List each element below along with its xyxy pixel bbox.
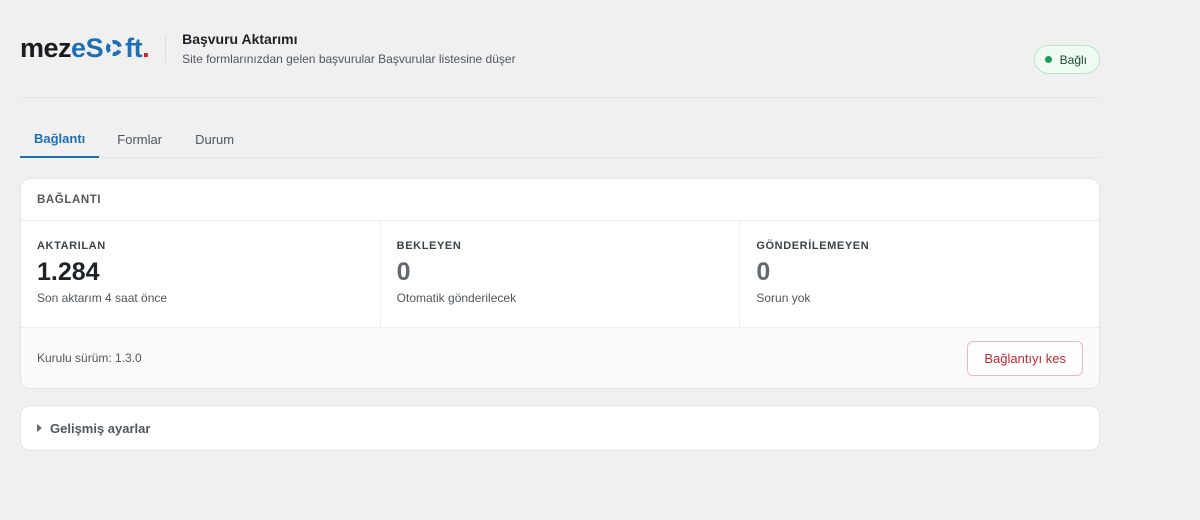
logo-text-s: S [85,33,104,63]
stat-label: BEKLEYEN [396,240,462,252]
stat-description: Son aktarım 4 saat önce [37,291,168,305]
stat-value: 0 [756,258,771,286]
logo-text-ft: ft [125,33,143,63]
stat-value: 0 [396,258,411,286]
stat-transferred: AKTARILAN 1.284 Son aktarım 4 saat önce [21,221,381,327]
page-subtitle: Site formlarınızdan gelen başvurular Baş… [182,52,516,66]
tab-durum[interactable]: Durum [180,120,249,158]
stat-label: AKTARILAN [37,240,106,252]
stat-value: 1.284 [37,258,100,286]
connection-card: BAĞLANTI AKTARILAN 1.284 Son aktarım 4 s… [20,178,1100,389]
installed-version: Kurulu sürüm: 1.3.0 [37,351,142,365]
logo-text-mez: mez [20,33,72,63]
header-titles: Başvuru Aktarımı Site formlarınızdan gel… [182,31,516,66]
caret-right-icon [37,424,42,432]
mezesoft-logo: mez e S ft . [20,33,150,63]
stat-label: GÖNDERİLEMEYEN [756,240,870,252]
stats-row: AKTARILAN 1.284 Son aktarım 4 saat önce … [21,221,1099,328]
tab-formlar[interactable]: Formlar [102,120,177,158]
header-divider [165,35,167,62]
status-badge: Bağlı [1033,45,1100,74]
stat-description: Sorun yok [756,291,811,305]
tab-baglanti[interactable]: Bağlantı [20,120,100,158]
status-label: Bağlı [1059,52,1087,67]
connection-card-footer: Kurulu sürüm: 1.3.0 Bağlantıyı kes [21,328,1099,388]
logo-text-e: e [71,33,86,63]
logo-dot: . [142,33,150,63]
page-title: Başvuru Aktarımı [182,31,298,47]
disconnect-button[interactable]: Bağlantıyı kes [967,340,1083,376]
advanced-settings-label: Gelişmiş ayarlar [50,420,151,436]
header: mez e S ft . Başvuru Aktarımı Site forml… [20,0,1100,98]
app-container: mez e S ft . Başvuru Aktarımı Site forml… [20,0,1100,451]
tab-bar: Bağlantı Formlar Durum [20,120,1100,158]
stat-description: Otomatik gönderilecek [396,291,517,305]
advanced-settings-toggle[interactable]: Gelişmiş ayarlar [20,405,1100,451]
stat-failed: GÖNDERİLEMEYEN 0 Sorun yok [740,221,1099,327]
connection-card-heading: BAĞLANTI [21,179,1099,221]
status-dot-icon [1044,56,1052,63]
gear-icon [104,38,124,58]
stat-pending: BEKLEYEN 0 Otomatik gönderilecek [381,221,741,327]
